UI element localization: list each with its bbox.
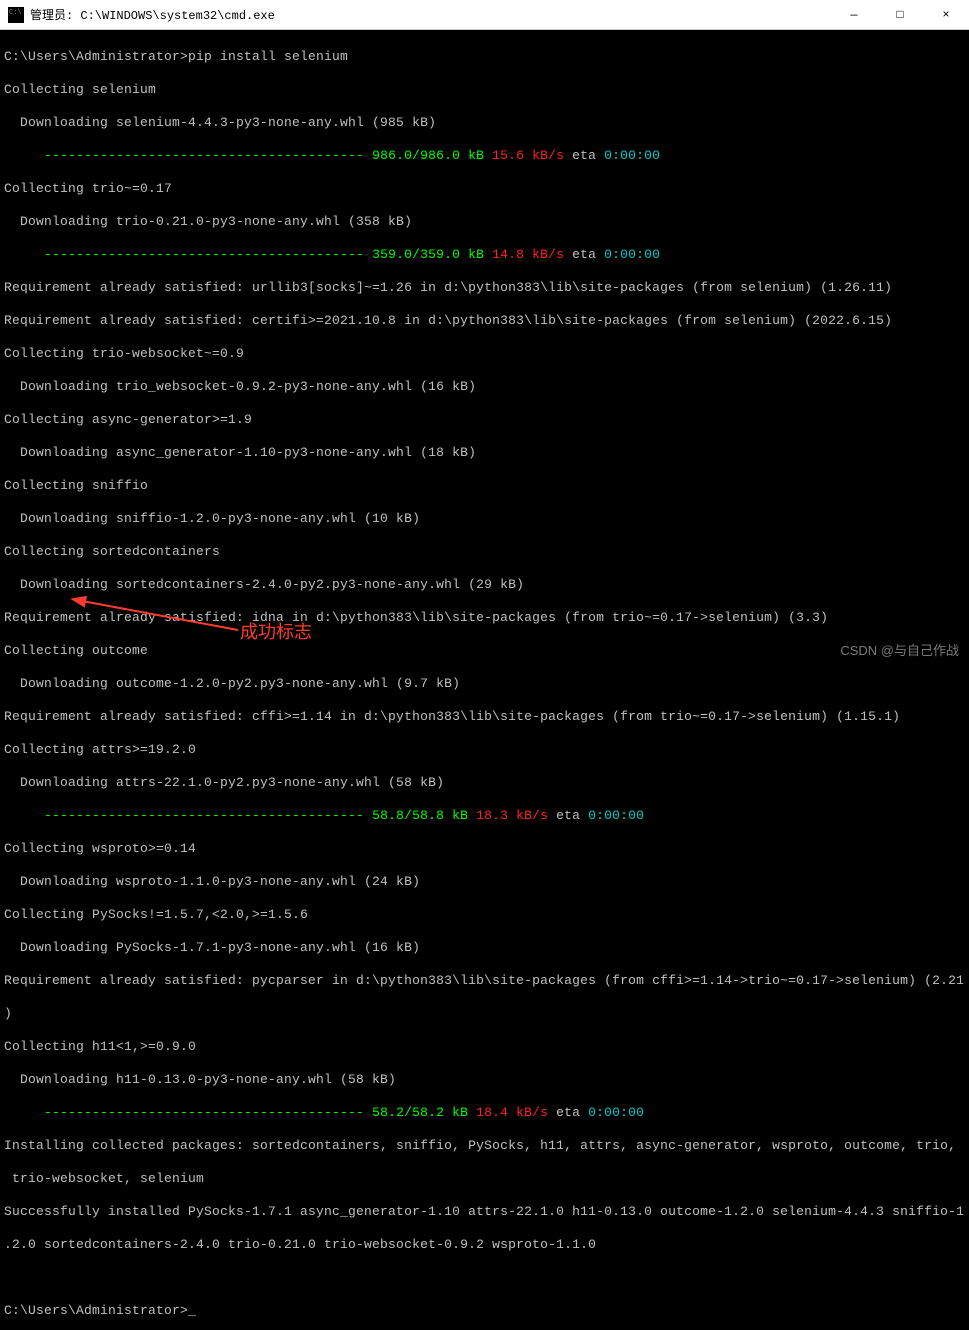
progress-speed: 14.8 kB/s — [492, 247, 572, 262]
output-line: Collecting sortedcontainers — [4, 544, 965, 561]
minimize-button[interactable]: — — [831, 0, 877, 29]
output-line: Downloading async_generator-1.10-py3-non… — [4, 445, 965, 462]
annotation-label: 成功标志 — [240, 618, 312, 644]
output-line: Successfully installed PySocks-1.7.1 asy… — [4, 1204, 965, 1221]
cursor: _ — [188, 1303, 196, 1318]
output-line: Requirement already satisfied: idna in d… — [4, 610, 965, 627]
terminal-output[interactable]: C:\Users\Administrator>pip install selen… — [0, 30, 969, 1330]
progress-bar: ---------------------------------------- — [4, 148, 372, 163]
progress-bytes: 58.8/58.8 kB — [372, 808, 476, 823]
output-line: Downloading trio_websocket-0.9.2-py3-non… — [4, 379, 965, 396]
output-line: Downloading wsproto-1.1.0-py3-none-any.w… — [4, 874, 965, 891]
progress-bytes: 986.0/986.0 kB — [372, 148, 492, 163]
watermark: CSDN @与自己作战 — [840, 640, 959, 659]
output-line: Downloading sniffio-1.2.0-py3-none-any.w… — [4, 511, 965, 528]
output-line: Downloading PySocks-1.7.1-py3-none-any.w… — [4, 940, 965, 957]
output-line: Requirement already satisfied: certifi>=… — [4, 313, 965, 330]
output-line: Downloading sortedcontainers-2.4.0-py2.p… — [4, 577, 965, 594]
progress-bar: ---------------------------------------- — [4, 808, 372, 823]
output-line: Collecting async-generator>=1.9 — [4, 412, 965, 429]
prompt: C:\Users\Administrator> — [4, 1303, 188, 1318]
progress-speed: 15.6 kB/s — [492, 148, 572, 163]
progress-eta: 0:00:00 — [588, 1105, 644, 1120]
output-line: Downloading outcome-1.2.0-py2.py3-none-a… — [4, 676, 965, 693]
output-line: Downloading selenium-4.4.3-py3-none-any.… — [4, 115, 965, 132]
progress-eta: 0:00:00 — [604, 247, 660, 262]
output-line: Collecting outcome — [4, 643, 965, 660]
progress-eta: 0:00:00 — [588, 808, 644, 823]
maximize-button[interactable]: □ — [877, 0, 923, 29]
cmd-icon — [8, 7, 24, 23]
close-button[interactable]: × — [923, 0, 969, 29]
progress-bar: ---------------------------------------- — [4, 1105, 372, 1120]
output-line: trio-websocket, selenium — [4, 1171, 965, 1188]
output-line: Collecting h11<1,>=0.9.0 — [4, 1039, 965, 1056]
output-line: ) — [4, 1006, 965, 1023]
output-line: Requirement already satisfied: cffi>=1.1… — [4, 709, 965, 726]
progress-eta-label: eta — [572, 247, 604, 262]
progress-speed: 18.4 kB/s — [476, 1105, 556, 1120]
prompt: C:\Users\Administrator> — [4, 49, 188, 64]
output-line: Collecting trio~=0.17 — [4, 181, 965, 198]
progress-eta-label: eta — [556, 808, 588, 823]
progress-eta: 0:00:00 — [604, 148, 660, 163]
output-line: Downloading attrs-22.1.0-py2.py3-none-an… — [4, 775, 965, 792]
output-line: Requirement already satisfied: urllib3[s… — [4, 280, 965, 297]
progress-bytes: 58.2/58.2 kB — [372, 1105, 476, 1120]
progress-speed: 18.3 kB/s — [476, 808, 556, 823]
output-line: Requirement already satisfied: pycparser… — [4, 973, 965, 990]
output-line: Collecting trio-websocket~=0.9 — [4, 346, 965, 363]
output-line: Collecting PySocks!=1.5.7,<2.0,>=1.5.6 — [4, 907, 965, 924]
output-line: Collecting attrs>=19.2.0 — [4, 742, 965, 759]
command-text: pip install selenium — [188, 49, 348, 64]
progress-bar: ---------------------------------------- — [4, 247, 372, 262]
window-controls: — □ × — [831, 0, 969, 29]
output-line: Downloading h11-0.13.0-py3-none-any.whl … — [4, 1072, 965, 1089]
window-title: 管理员: C:\WINDOWS\system32\cmd.exe — [30, 6, 831, 23]
output-line: .2.0 sortedcontainers-2.4.0 trio-0.21.0 … — [4, 1237, 965, 1254]
progress-eta-label: eta — [556, 1105, 588, 1120]
output-line: Downloading trio-0.21.0-py3-none-any.whl… — [4, 214, 965, 231]
progress-eta-label: eta — [572, 148, 604, 163]
titlebar: 管理员: C:\WINDOWS\system32\cmd.exe — □ × — [0, 0, 969, 30]
progress-bytes: 359.0/359.0 kB — [372, 247, 492, 262]
output-line: Installing collected packages: sortedcon… — [4, 1138, 965, 1155]
output-line: Collecting wsproto>=0.14 — [4, 841, 965, 858]
output-line: Collecting sniffio — [4, 478, 965, 495]
output-line: Collecting selenium — [4, 82, 965, 99]
